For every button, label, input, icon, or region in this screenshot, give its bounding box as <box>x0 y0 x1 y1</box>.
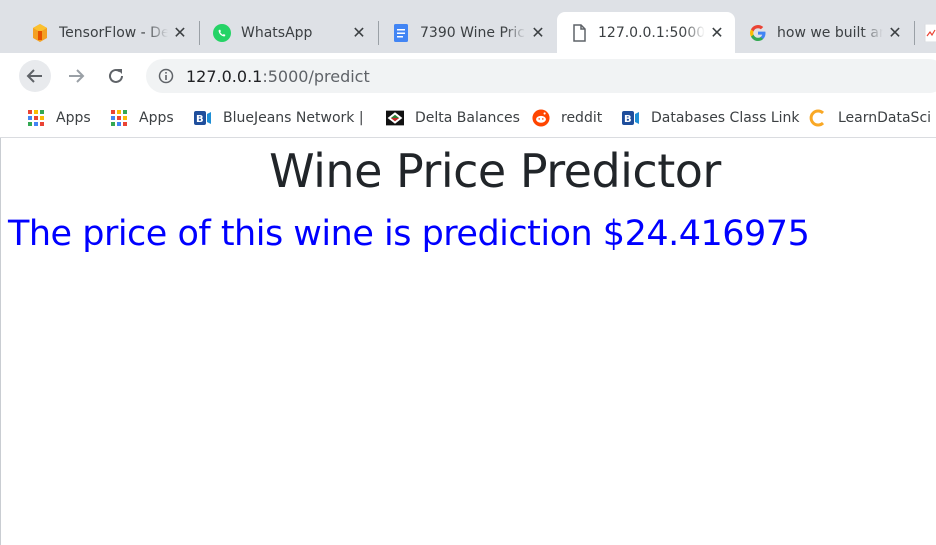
close-icon[interactable]: ✕ <box>347 21 371 45</box>
tab-wine-price-doc[interactable]: 7390 Wine Price ✕ <box>379 12 556 53</box>
tab-google-search[interactable]: how we built an ✕ <box>736 12 913 53</box>
info-icon[interactable] <box>158 68 174 84</box>
prediction-result: The price of this wine is prediction $24… <box>8 214 810 254</box>
bookmark-databases-class[interactable]: B Databases Class Link <box>622 108 800 128</box>
delta-icon <box>386 109 404 127</box>
google-icon <box>748 23 768 43</box>
arrow-right-icon <box>69 69 85 83</box>
bookmark-apps[interactable]: Apps <box>27 108 91 128</box>
partial-tab-icon[interactable] <box>924 23 936 43</box>
bookmark-label: Apps <box>139 110 174 126</box>
apps-grid-icon <box>110 109 128 127</box>
address-bar[interactable]: 127.0.0.1:5000/predict <box>146 59 936 93</box>
bookmark-label: Delta Balances <box>415 110 520 126</box>
apps-grid-icon <box>27 109 45 127</box>
url-host: 127.0.0.1 <box>186 66 263 86</box>
bookmark-bluejeans[interactable]: B BlueJeans Network | V <box>194 108 364 128</box>
tab-title: WhatsApp <box>241 24 313 41</box>
browser-toolbar: 127.0.0.1:5000/predict <box>0 53 936 99</box>
svg-text:B: B <box>196 114 204 125</box>
bookmark-label: Apps <box>56 110 91 126</box>
tab-title: TensorFlow - De <box>59 24 168 41</box>
close-icon[interactable]: ✕ <box>883 21 907 45</box>
tab-title: 7390 Wine Price <box>420 24 526 41</box>
learndatasci-icon <box>809 109 827 127</box>
reload-button[interactable] <box>100 60 132 92</box>
close-icon[interactable]: ✕ <box>168 21 192 45</box>
bluejeans-icon: B <box>194 109 212 127</box>
bookmark-learndatasci[interactable]: LearnDataSci <box>809 108 931 128</box>
bookmark-reddit[interactable]: reddit <box>532 108 602 128</box>
reddit-icon <box>532 109 550 127</box>
page-icon <box>569 23 589 43</box>
tab-title: how we built an <box>777 24 883 41</box>
bookmark-apps-2[interactable]: Apps <box>110 108 174 128</box>
bluejeans-icon: B <box>622 109 640 127</box>
google-docs-icon <box>391 23 411 43</box>
page-viewport: Wine Price Predictor The price of this w… <box>0 138 936 545</box>
bookmark-label: reddit <box>561 110 603 126</box>
tab-separator <box>914 21 915 45</box>
page-title: Wine Price Predictor <box>269 144 721 198</box>
tab-tensorflow[interactable]: TensorFlow - De ✕ <box>18 12 198 53</box>
whatsapp-icon <box>212 23 232 43</box>
arrow-left-icon <box>26 69 42 83</box>
tab-whatsapp[interactable]: WhatsApp ✕ <box>200 12 377 53</box>
close-icon[interactable]: ✕ <box>705 21 729 45</box>
url-path: :5000/predict <box>262 66 370 86</box>
forward-button[interactable] <box>60 60 92 92</box>
bookmark-label: BlueJeans Network | V <box>223 110 364 126</box>
tab-strip: TensorFlow - De ✕ WhatsApp ✕ 7390 Wine P… <box>0 0 936 53</box>
bookmark-label: LearnDataSci <box>838 110 932 126</box>
bookmarks-bar: Apps Apps B BlueJeans Network | V Delta … <box>0 99 936 138</box>
url-text[interactable]: 127.0.0.1:5000/predict <box>186 67 370 86</box>
reload-icon <box>109 68 123 83</box>
viewport-border <box>0 138 1 545</box>
close-icon[interactable]: ✕ <box>526 21 550 45</box>
tab-active-predict[interactable]: 127.0.0.1:5000/p ✕ <box>557 12 735 53</box>
svg-text:B: B <box>624 114 632 125</box>
bookmark-label: Databases Class Link <box>651 110 800 126</box>
tab-title: 127.0.0.1:5000/p <box>598 24 705 41</box>
tensorflow-icon <box>30 23 50 43</box>
back-button[interactable] <box>19 60 51 92</box>
bookmark-delta-balances[interactable]: Delta Balances <box>386 108 520 128</box>
